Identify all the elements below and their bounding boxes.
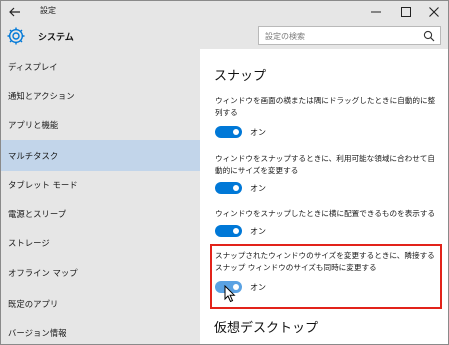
minimize-button[interactable]: [363, 1, 389, 22]
sidebar-item-default-apps[interactable]: 既定のアプリ: [1, 290, 200, 318]
sidebar-item-multitasking[interactable]: マルチタスク: [1, 140, 200, 171]
close-icon: [429, 6, 439, 17]
sidebar-item-label: マルチタスク: [8, 150, 59, 161]
toggle-snap-resize-state: オン: [250, 184, 266, 193]
sidebar-item-tablet-mode[interactable]: タブレット モード: [1, 171, 200, 199]
sidebar-item-label: アプリと機能: [8, 120, 59, 130]
snap-section-title: スナップ: [214, 69, 267, 84]
sidebar-item-apps[interactable]: アプリと機能: [1, 111, 200, 139]
sidebar-item-label: タブレット モード: [8, 180, 78, 190]
highlight-box: [210, 244, 442, 309]
toggle-snap-assist-state: オン: [250, 227, 266, 236]
sidebar-item-storage[interactable]: ストレージ: [1, 229, 200, 257]
search-icon[interactable]: [423, 30, 435, 42]
sidebar-item-power-sleep[interactable]: 電源とスリープ: [1, 200, 200, 228]
page-title: システム: [38, 33, 74, 43]
title-bar: 設定: [1, 1, 448, 22]
toggle-snap-arrange-state: オン: [250, 128, 266, 137]
close-button[interactable]: [421, 1, 447, 22]
sidebar-item-notifications[interactable]: 通知とアクション: [1, 82, 200, 110]
minimize-icon: [371, 11, 381, 12]
sidebar-item-label: ディスプレイ: [8, 62, 58, 72]
setting-snap-resize-label: ウィンドウをスナップするときに、利用可能な領域に合わせて自動的にサイズを変更する: [215, 154, 435, 175]
back-button[interactable]: [7, 4, 23, 19]
sidebar-item-display[interactable]: ディスプレイ: [1, 53, 200, 81]
sidebar-item-label: 通知とアクション: [8, 91, 75, 101]
toggle-snap-arrange[interactable]: [215, 126, 242, 138]
sidebar: ディスプレイ 通知とアクション アプリと機能 マルチタスク タブレット モード …: [1, 49, 200, 344]
sidebar-item-offline-maps[interactable]: オフライン マップ: [1, 259, 200, 287]
setting-snap-arrange-label: ウィンドウを画面の横または隅にドラッグしたときに自動的に整列する: [215, 96, 436, 117]
header: システム 設定の検索: [1, 22, 448, 49]
mouse-pointer-icon: [224, 285, 236, 303]
toggle-snap-assist[interactable]: [215, 225, 242, 237]
sidebar-item-label: バージョン情報: [8, 328, 67, 338]
toggle-knob: [233, 228, 239, 234]
virtual-desktop-section-title: 仮想デスクトップ: [214, 321, 319, 336]
arrow-left-icon: [9, 7, 20, 16]
sidebar-item-label: 既定のアプリ: [8, 299, 59, 309]
maximize-button[interactable]: [393, 1, 419, 22]
window-title: 設定: [40, 6, 56, 15]
sidebar-item-about[interactable]: バージョン情報: [1, 319, 200, 344]
toggle-knob: [233, 185, 239, 191]
sidebar-item-label: 電源とスリープ: [8, 209, 67, 219]
settings-window: 設定 システム 設定の検索 ディスプレイ 通知とアクション アプリと機能 マルチ…: [0, 0, 449, 345]
toggle-knob: [233, 129, 239, 135]
search-placeholder: 設定の検索: [265, 32, 305, 41]
toggle-snap-resize[interactable]: [215, 182, 242, 194]
sidebar-item-label: ストレージ: [8, 238, 50, 248]
sidebar-item-label: オフライン マップ: [8, 268, 78, 278]
search-input[interactable]: 設定の検索: [258, 26, 441, 45]
gear-icon: [7, 27, 25, 45]
maximize-icon: [401, 6, 411, 17]
setting-snap-assist-label: ウィンドウをスナップしたときに横に配置できるものを表示する: [215, 209, 436, 218]
